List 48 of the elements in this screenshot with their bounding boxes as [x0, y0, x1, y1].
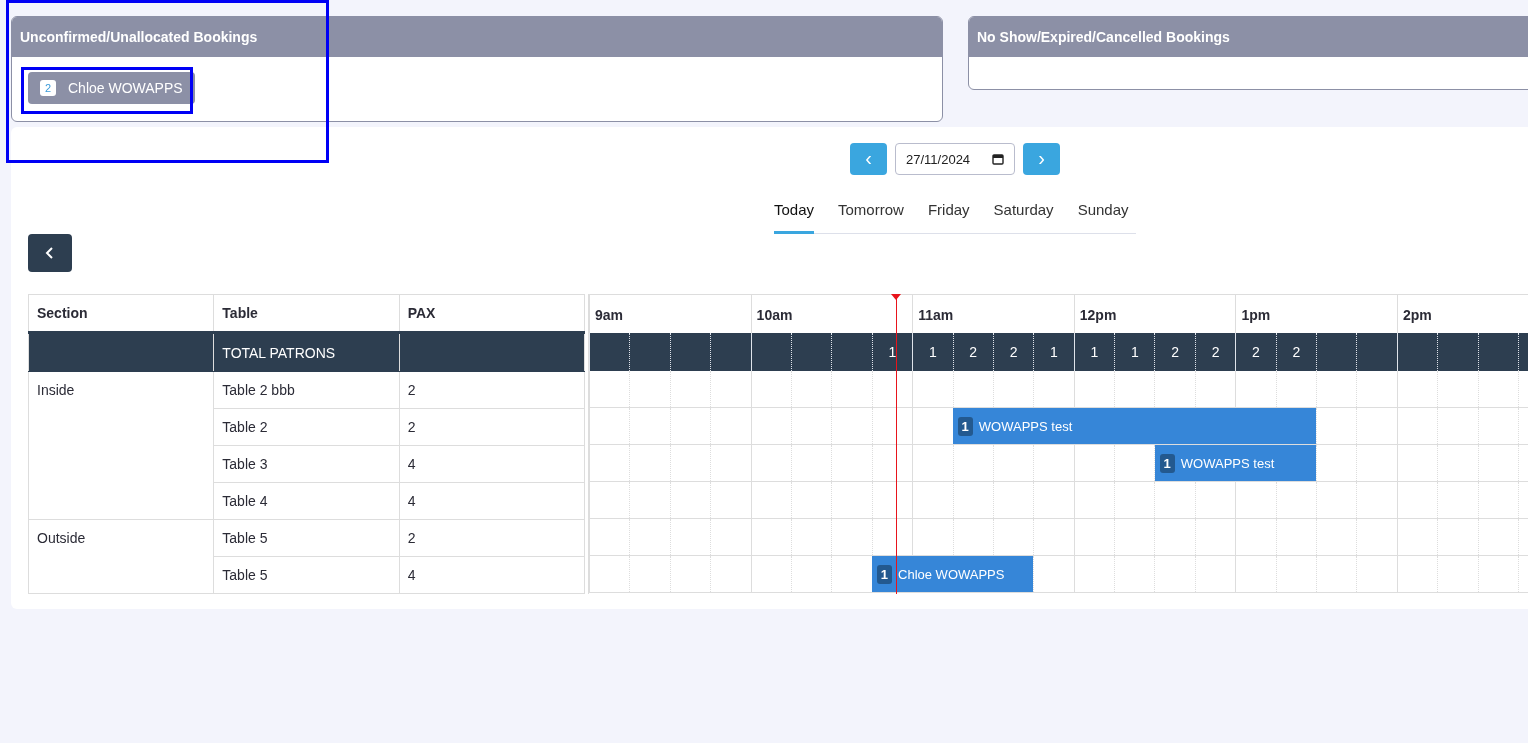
- pax-cell: 4: [399, 556, 585, 594]
- table-cell: Table 3: [213, 445, 400, 483]
- count-badge: 1: [957, 416, 973, 436]
- total-label: TOTAL PATRONS: [213, 332, 400, 372]
- current-time-marker-icon: [891, 294, 902, 300]
- booking-name: WOWAPPS test: [1180, 455, 1275, 471]
- patron-count: 2: [969, 344, 978, 360]
- calendar-icon: [992, 153, 1004, 165]
- pax-cell: 4: [399, 482, 585, 520]
- patron-count: 2: [1171, 344, 1180, 360]
- day-tab[interactable]: Saturday: [993, 191, 1054, 234]
- count-badge: 2: [40, 80, 56, 96]
- patron-count: 1: [1090, 344, 1099, 360]
- section-cell: Outside: [28, 519, 214, 594]
- section-cell: Inside: [28, 371, 214, 520]
- patron-count: 1: [1050, 344, 1058, 360]
- panel-title: No Show/Expired/Cancelled Bookings: [969, 17, 1528, 57]
- panel-title: Unconfirmed/Unallocated Bookings: [12, 17, 942, 57]
- pax-cell: 2: [399, 519, 585, 557]
- booking-name: WOWAPPS test: [978, 418, 1073, 434]
- table-cell: Table 4: [213, 482, 400, 520]
- patron-count: 1: [1130, 344, 1139, 360]
- booking-bar[interactable]: 1 WOWAPPS test: [1154, 445, 1317, 481]
- patron-count: 1: [928, 344, 937, 360]
- table-cell: Table 5: [213, 556, 400, 594]
- patron-count: 2: [1252, 344, 1260, 360]
- day-tab[interactable]: Today: [774, 191, 815, 234]
- count-badge: 1: [1159, 453, 1175, 473]
- day-tab[interactable]: Friday: [927, 191, 970, 234]
- pax-cell: 2: [399, 408, 585, 446]
- booking-name: Chloe WOWAPPS: [898, 566, 1005, 582]
- day-tab[interactable]: Tomorrow: [838, 191, 904, 234]
- pax-cell: 4: [399, 445, 585, 483]
- table-cell: Table 2: [213, 408, 400, 446]
- count-badge: 1: [876, 564, 893, 584]
- patron-count: 2: [1292, 344, 1301, 360]
- patron-count: 2: [1211, 344, 1220, 360]
- date-field[interactable]: 27/11/2024: [895, 143, 1015, 175]
- patron-count: 1: [888, 344, 897, 360]
- pax-cell: 2: [399, 371, 585, 409]
- table-cell: Table 2 bbb: [213, 371, 400, 409]
- table-cell: Table 5: [213, 519, 400, 557]
- back-button[interactable]: [28, 234, 72, 272]
- booking-bar[interactable]: 1 Chloe WOWAPPS: [871, 556, 1034, 592]
- patron-count: 2: [1009, 344, 1018, 360]
- chevron-left-icon: [45, 246, 55, 260]
- booking-bar[interactable]: 1 WOWAPPS test: [952, 408, 1317, 444]
- day-tab[interactable]: Sunday: [1077, 191, 1129, 234]
